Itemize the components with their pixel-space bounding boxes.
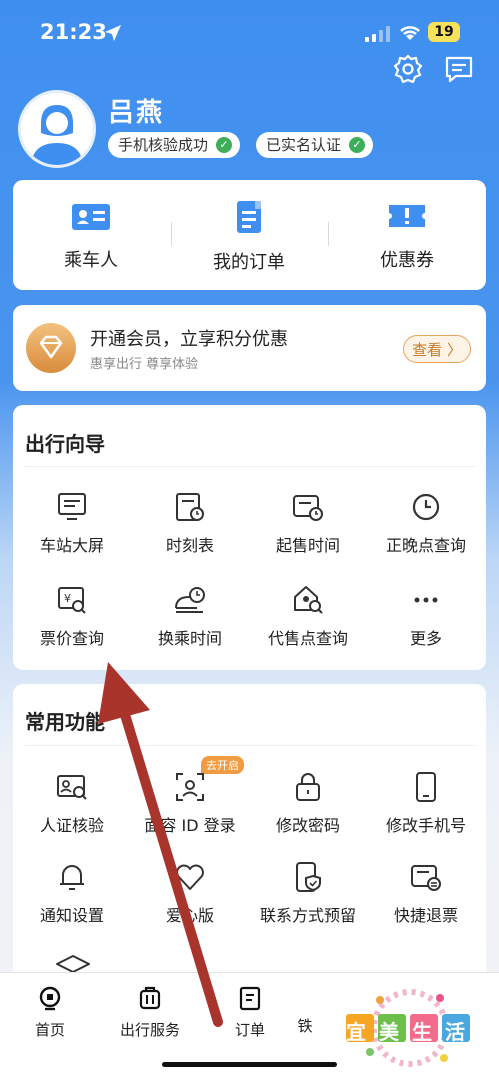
- quick-item-coupons[interactable]: 优惠券: [347, 200, 467, 272]
- divider: [25, 466, 475, 467]
- tab-label: 首页: [34, 1021, 65, 1039]
- guide-item-label: 换乘时间: [157, 629, 222, 648]
- tab-home[interactable]: 首页: [0, 985, 100, 1040]
- guide-item-more[interactable]: 更多: [367, 583, 485, 649]
- function-item-change-phone[interactable]: 修改手机号: [367, 770, 485, 836]
- graduation-cap-icon[interactable]: [55, 954, 91, 974]
- watermark-text: 宜美生活: [346, 1020, 478, 1044]
- view-membership-button[interactable]: 查看 〉: [403, 335, 471, 363]
- cellular-signal-icon: [365, 26, 390, 42]
- badge-label: 已实名认证: [266, 136, 342, 154]
- fare-search-icon: ¥: [58, 587, 86, 614]
- membership-subtitle: 惠享出行 尊享体验: [90, 357, 199, 372]
- coupon-icon: [389, 205, 425, 227]
- check-icon: ✓: [349, 137, 366, 153]
- tab-label: 铁: [297, 1017, 313, 1035]
- train-home-icon: [39, 986, 61, 1011]
- function-item-label: 修改手机号: [385, 816, 466, 835]
- section-title-travel-guide: 出行向导: [25, 432, 105, 456]
- guide-item-label: 起售时间: [275, 536, 340, 555]
- home-indicator: [162, 1062, 337, 1067]
- location-arrow-icon: [105, 25, 121, 41]
- badge-label: 手机核验成功: [118, 136, 209, 154]
- guide-item-label: 更多: [409, 629, 442, 648]
- guide-item-transfer-time[interactable]: 换乘时间: [131, 583, 249, 649]
- guide-item-label: 代售点查询: [267, 629, 348, 648]
- membership-title: 开通会员，立享积分优惠: [90, 329, 288, 350]
- guide-item-station-screen[interactable]: 车站大屏: [13, 490, 131, 556]
- guide-item-label: 车站大屏: [39, 536, 104, 555]
- user-name: 吕燕: [108, 98, 165, 128]
- divider: [328, 222, 329, 246]
- check-icon: ✓: [216, 137, 233, 153]
- wifi-icon: [400, 26, 420, 40]
- guide-item-delay-query[interactable]: 正晚点查询: [367, 490, 485, 556]
- guide-item-timetable[interactable]: 时刻表: [131, 490, 249, 556]
- battery-indicator: 19: [428, 22, 460, 42]
- passenger-card-icon: [72, 204, 110, 230]
- function-item-label: 快捷退票: [393, 906, 458, 925]
- message-icon[interactable]: [442, 52, 476, 86]
- order-list-icon: [237, 201, 261, 233]
- clock-icon: [412, 493, 440, 521]
- sale-time-icon: [293, 495, 323, 521]
- timetable-icon: [176, 493, 204, 521]
- function-item-label: 联系方式预留: [259, 906, 356, 925]
- order-icon: [239, 986, 261, 1011]
- quick-item-label: 优惠券: [380, 250, 434, 271]
- watermark-logo: 宜美生活: [340, 988, 480, 1068]
- more-icon: [414, 597, 438, 603]
- quick-item-orders[interactable]: 我的订单: [189, 200, 309, 274]
- status-time: 21:23: [40, 20, 107, 44]
- annotation-arrow: [98, 662, 223, 1027]
- user-avatar-icon: [31, 105, 83, 165]
- guide-item-sale-time[interactable]: 起售时间: [249, 490, 367, 556]
- quick-item-passenger[interactable]: 乘车人: [31, 200, 151, 272]
- contact-shield-icon: [296, 862, 321, 892]
- guide-item-agency-search[interactable]: 代售点查询: [249, 583, 367, 649]
- guide-item-label: 票价查询: [39, 629, 104, 648]
- function-item-quick-refund[interactable]: 快捷退票: [367, 860, 485, 926]
- guide-item-fare-search[interactable]: ¥ 票价查询: [13, 583, 131, 649]
- bell-icon: [60, 865, 84, 890]
- svg-text:¥: ¥: [64, 592, 71, 605]
- divider: [171, 222, 172, 246]
- refund-ticket-icon: [411, 865, 441, 891]
- function-item-contact-reserve[interactable]: 联系方式预留: [249, 860, 367, 926]
- function-item-change-password[interactable]: 修改密码: [249, 770, 367, 836]
- transfer-time-icon: [175, 587, 205, 613]
- phone-icon: [416, 772, 436, 802]
- settings-gear-icon[interactable]: [391, 52, 425, 86]
- avatar[interactable]: [18, 90, 96, 168]
- quick-item-label: 乘车人: [64, 250, 118, 271]
- station-screen-icon: [58, 493, 86, 520]
- lock-icon: [296, 773, 320, 801]
- phone-verified-badge: 手机核验成功 ✓: [108, 132, 241, 158]
- tab-partial[interactable]: 铁: [275, 985, 335, 1036]
- guide-item-label: 正晚点查询: [385, 536, 466, 555]
- function-item-label: 修改密码: [275, 816, 340, 835]
- quick-item-label: 我的订单: [213, 252, 285, 273]
- guide-item-label: 时刻表: [165, 536, 214, 555]
- agency-search-icon: [294, 586, 323, 614]
- id-verify-icon: [57, 775, 87, 800]
- vip-diamond-icon: [26, 323, 76, 373]
- realname-verified-badge: 已实名认证 ✓: [256, 132, 374, 158]
